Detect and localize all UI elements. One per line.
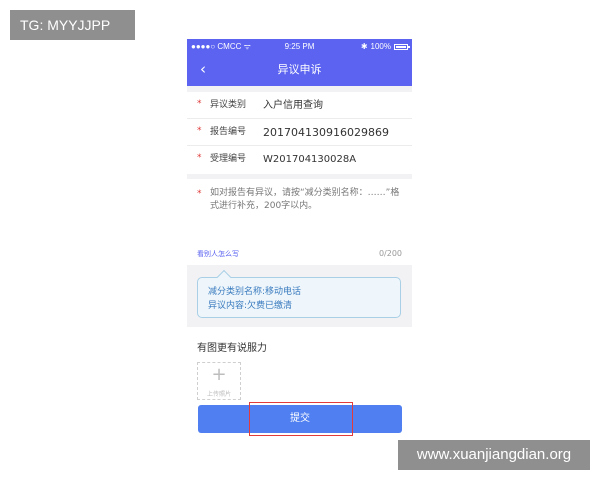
watermark-top-left: TG: MYYJJPP bbox=[10, 10, 135, 40]
photo-section-title: 有图更有说服力 bbox=[197, 343, 267, 354]
photo-section: 有图更有说服力 + 上传照片 提交 bbox=[187, 327, 412, 440]
tooltip-arrow bbox=[216, 269, 232, 285]
battery-icon bbox=[394, 44, 410, 50]
status-right: ✱ 100% bbox=[360, 39, 410, 54]
row-value: 入户信用查询 bbox=[263, 100, 323, 111]
required-mark: * bbox=[197, 189, 202, 199]
required-mark: * bbox=[197, 99, 202, 109]
watermark-bottom-right: www.xuanjiangdian.org bbox=[398, 440, 590, 470]
list-item: * 受理编号 W201704130028A bbox=[187, 146, 412, 173]
nav-bar: ‹ 异议申诉 bbox=[187, 54, 412, 86]
required-mark: * bbox=[197, 126, 202, 136]
row-value: W201704130028A bbox=[263, 154, 357, 165]
example-tooltip: 减分类别名称:移动电话 异议内容:欠费已缴清 bbox=[197, 269, 401, 318]
plus-icon: + bbox=[211, 364, 227, 385]
info-list: * 异议类别 入户信用查询 * 报告编号 20170413091602986​9… bbox=[187, 92, 412, 174]
see-examples-link[interactable]: 看别人怎么写 bbox=[197, 249, 239, 259]
tooltip-line: 异议内容:欠费已缴清 bbox=[208, 301, 293, 311]
textarea-placeholder: 如对报告有异议，请按“减分类别名称：……”格式进行补充，200字以内。 bbox=[210, 188, 400, 211]
upload-label: 上传照片 bbox=[206, 391, 231, 398]
objection-textarea[interactable]: * 如对报告有异议，请按“减分类别名称：……”格式进行补充，200字以内。 看别… bbox=[187, 179, 412, 265]
highlight-box bbox=[249, 402, 353, 436]
upload-photo-button[interactable]: + 上传照片 bbox=[197, 362, 241, 400]
row-label: 受理编号 bbox=[210, 154, 247, 164]
list-item: * 报告编号 20170413091602986​9 bbox=[187, 119, 412, 146]
required-mark: * bbox=[197, 153, 202, 163]
bluetooth-icon: ✱ bbox=[360, 42, 368, 51]
tooltip-line: 减分类别名称:移动电话 bbox=[208, 287, 302, 297]
phone-screen: ●●●●○ CMCC ᯤ 9:25 PM ✱ 100% ‹ 异议申诉 * 异议类… bbox=[187, 39, 412, 440]
battery-percent: 100% bbox=[370, 42, 391, 51]
row-label: 报告编号 bbox=[210, 127, 247, 137]
page-title: 异议申诉 bbox=[277, 63, 322, 76]
row-label: 异议类别 bbox=[210, 100, 247, 110]
char-counter: 0/200 bbox=[378, 249, 402, 258]
row-value: 20170413091602986​9 bbox=[263, 126, 389, 139]
status-bar: ●●●●○ CMCC ᯤ 9:25 PM ✱ 100% bbox=[187, 39, 412, 54]
list-item: * 异议类别 入户信用查询 bbox=[187, 92, 412, 119]
